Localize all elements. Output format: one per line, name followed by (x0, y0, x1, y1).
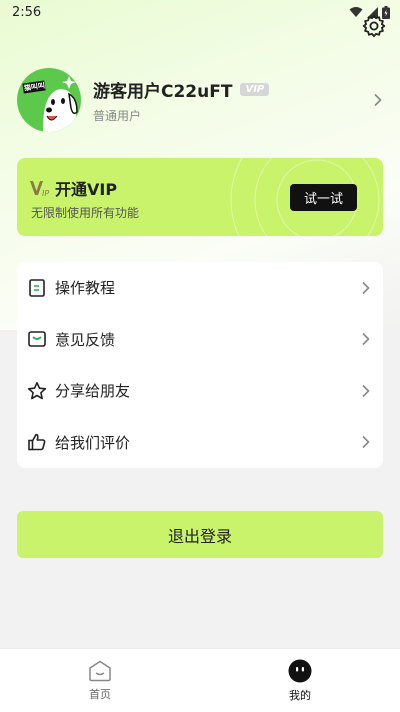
chevron-right-icon (362, 281, 370, 294)
wifi-icon (349, 7, 363, 17)
tab-label: 首页 (89, 687, 111, 701)
vip-crown-icon: IP (30, 181, 49, 198)
chevron-right-icon (362, 384, 370, 397)
logout-button[interactable]: 退出登录 (17, 511, 383, 558)
gear-icon[interactable] (362, 14, 386, 38)
user-name: 游客用户C22uFT (93, 81, 233, 102)
menu-item-share[interactable]: 分享给朋友 (17, 365, 383, 417)
vip-badge: VIP (240, 82, 270, 96)
try-vip-button[interactable]: 试一试 (290, 184, 357, 211)
menu-list: 操作教程 意见反馈 分享给朋友 给我们评价 (17, 262, 383, 468)
avatar: 猫叫叫 (17, 68, 81, 132)
tab-mine[interactable]: 我的 (200, 649, 400, 712)
status-bar: 2:56 (0, 0, 400, 24)
home-icon (89, 660, 111, 681)
tab-home[interactable]: 首页 (0, 649, 200, 712)
vip-description: 无限制使用所有功能 (31, 206, 140, 220)
menu-label: 给我们评价 (55, 433, 131, 452)
tab-label: 我的 (289, 688, 311, 702)
profile-row[interactable]: 猫叫叫 游客用户C22uFT VIP 普通用户 (17, 68, 383, 132)
menu-item-tutorial[interactable]: 操作教程 (17, 262, 383, 314)
star-icon (27, 381, 47, 400)
menu-item-rate[interactable]: 给我们评价 (17, 417, 383, 469)
chevron-right-icon (362, 333, 370, 346)
menu-label: 分享给朋友 (55, 382, 131, 401)
profile-face-icon (288, 659, 312, 682)
user-type: 普通用户 (93, 108, 142, 123)
vip-card[interactable]: IP 开通VIP 无限制使用所有功能 试一试 (17, 158, 383, 236)
document-icon (29, 278, 45, 297)
message-icon (28, 331, 46, 348)
vip-title: 开通VIP (55, 180, 118, 199)
status-time: 2:56 (12, 4, 42, 20)
chevron-right-icon (362, 436, 370, 449)
chevron-right-icon (374, 93, 382, 107)
svg-text:IP: IP (42, 189, 49, 198)
thumbs-up-icon (28, 433, 46, 451)
menu-item-feedback[interactable]: 意见反馈 (17, 314, 383, 366)
menu-label: 操作教程 (55, 279, 116, 298)
dog-avatar-icon (22, 76, 78, 132)
bottom-tab-bar: 首页 我的 (0, 648, 400, 712)
menu-label: 意见反馈 (55, 330, 116, 349)
